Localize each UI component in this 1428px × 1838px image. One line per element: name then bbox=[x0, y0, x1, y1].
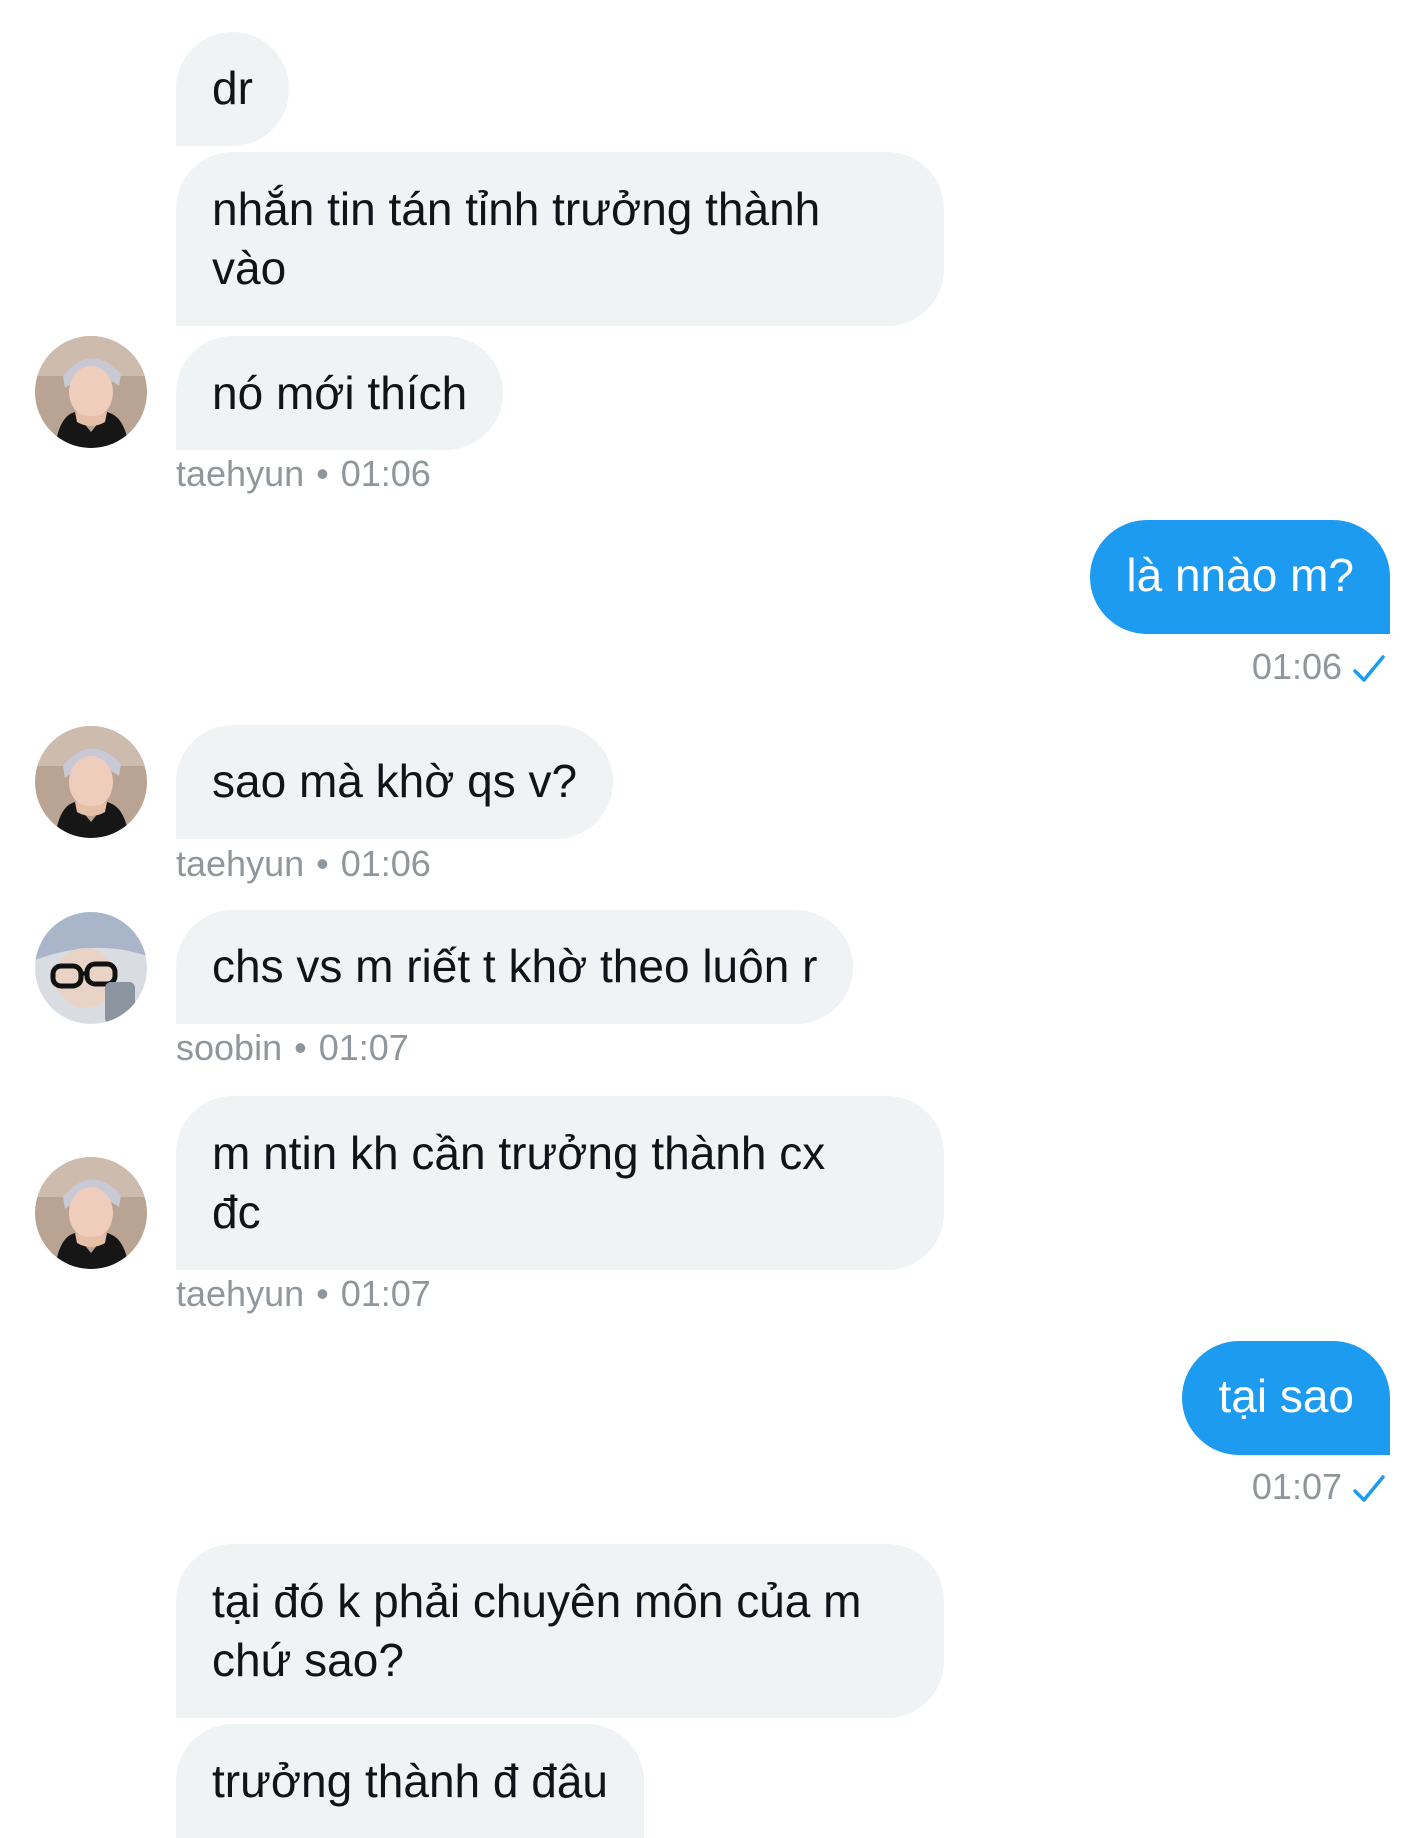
message-meta: 01:06 bbox=[1252, 645, 1386, 695]
message-time: 01:06 bbox=[1251, 646, 1342, 687]
message-bubble-outgoing[interactable]: tại sao bbox=[1182, 1341, 1390, 1455]
message-meta: taehyun • 01:07 bbox=[176, 1272, 431, 1316]
message-bubble-incoming[interactable]: nó mới thích bbox=[176, 336, 504, 450]
sender-name: taehyun bbox=[176, 453, 305, 494]
sender-name: soobin bbox=[176, 1027, 283, 1068]
avatar-taehyun[interactable] bbox=[35, 1157, 147, 1269]
message-meta: taehyun • 01:06 bbox=[176, 842, 431, 886]
sender-name: taehyun bbox=[176, 1273, 305, 1314]
message-bubble-incoming[interactable]: trưởng thành đ đâu bbox=[176, 1724, 645, 1838]
message-bubble-incoming[interactable]: m ntin kh cần trưởng thành cx đc bbox=[176, 1096, 944, 1270]
message-time: 01:07 bbox=[340, 1273, 431, 1314]
separator-dot: • bbox=[316, 843, 329, 884]
message-meta: 01:07 bbox=[1252, 1465, 1386, 1515]
sent-check-icon bbox=[1352, 1471, 1386, 1515]
message-time: 01:07 bbox=[1251, 1466, 1342, 1507]
avatar-soobin[interactable] bbox=[35, 912, 147, 1024]
message-bubble-incoming[interactable]: dr bbox=[176, 32, 289, 146]
message-time: 01:06 bbox=[340, 843, 431, 884]
separator-dot: • bbox=[316, 1273, 329, 1314]
separator-dot: • bbox=[316, 453, 329, 494]
message-bubble-incoming[interactable]: nhắn tin tán tỉnh trưởng thành vào bbox=[176, 152, 944, 326]
message-time: 01:06 bbox=[340, 453, 431, 494]
message-bubble-outgoing[interactable]: là nnào m? bbox=[1090, 520, 1390, 634]
message-bubble-incoming[interactable]: tại đó k phải chuyên môn của m chứ sao? bbox=[176, 1544, 944, 1718]
separator-dot: • bbox=[294, 1027, 307, 1068]
message-meta: soobin • 01:07 bbox=[176, 1026, 409, 1070]
message-time: 01:07 bbox=[318, 1027, 409, 1068]
message-bubble-incoming[interactable]: sao mà khờ qs v? bbox=[176, 725, 614, 839]
avatar-taehyun[interactable] bbox=[35, 336, 147, 448]
sender-name: taehyun bbox=[176, 843, 305, 884]
message-meta: taehyun • 01:06 bbox=[176, 452, 431, 496]
message-bubble-incoming[interactable]: chs vs m riết t khờ theo luôn r bbox=[176, 910, 854, 1024]
sent-check-icon bbox=[1352, 651, 1386, 695]
avatar-taehyun[interactable] bbox=[35, 726, 147, 838]
